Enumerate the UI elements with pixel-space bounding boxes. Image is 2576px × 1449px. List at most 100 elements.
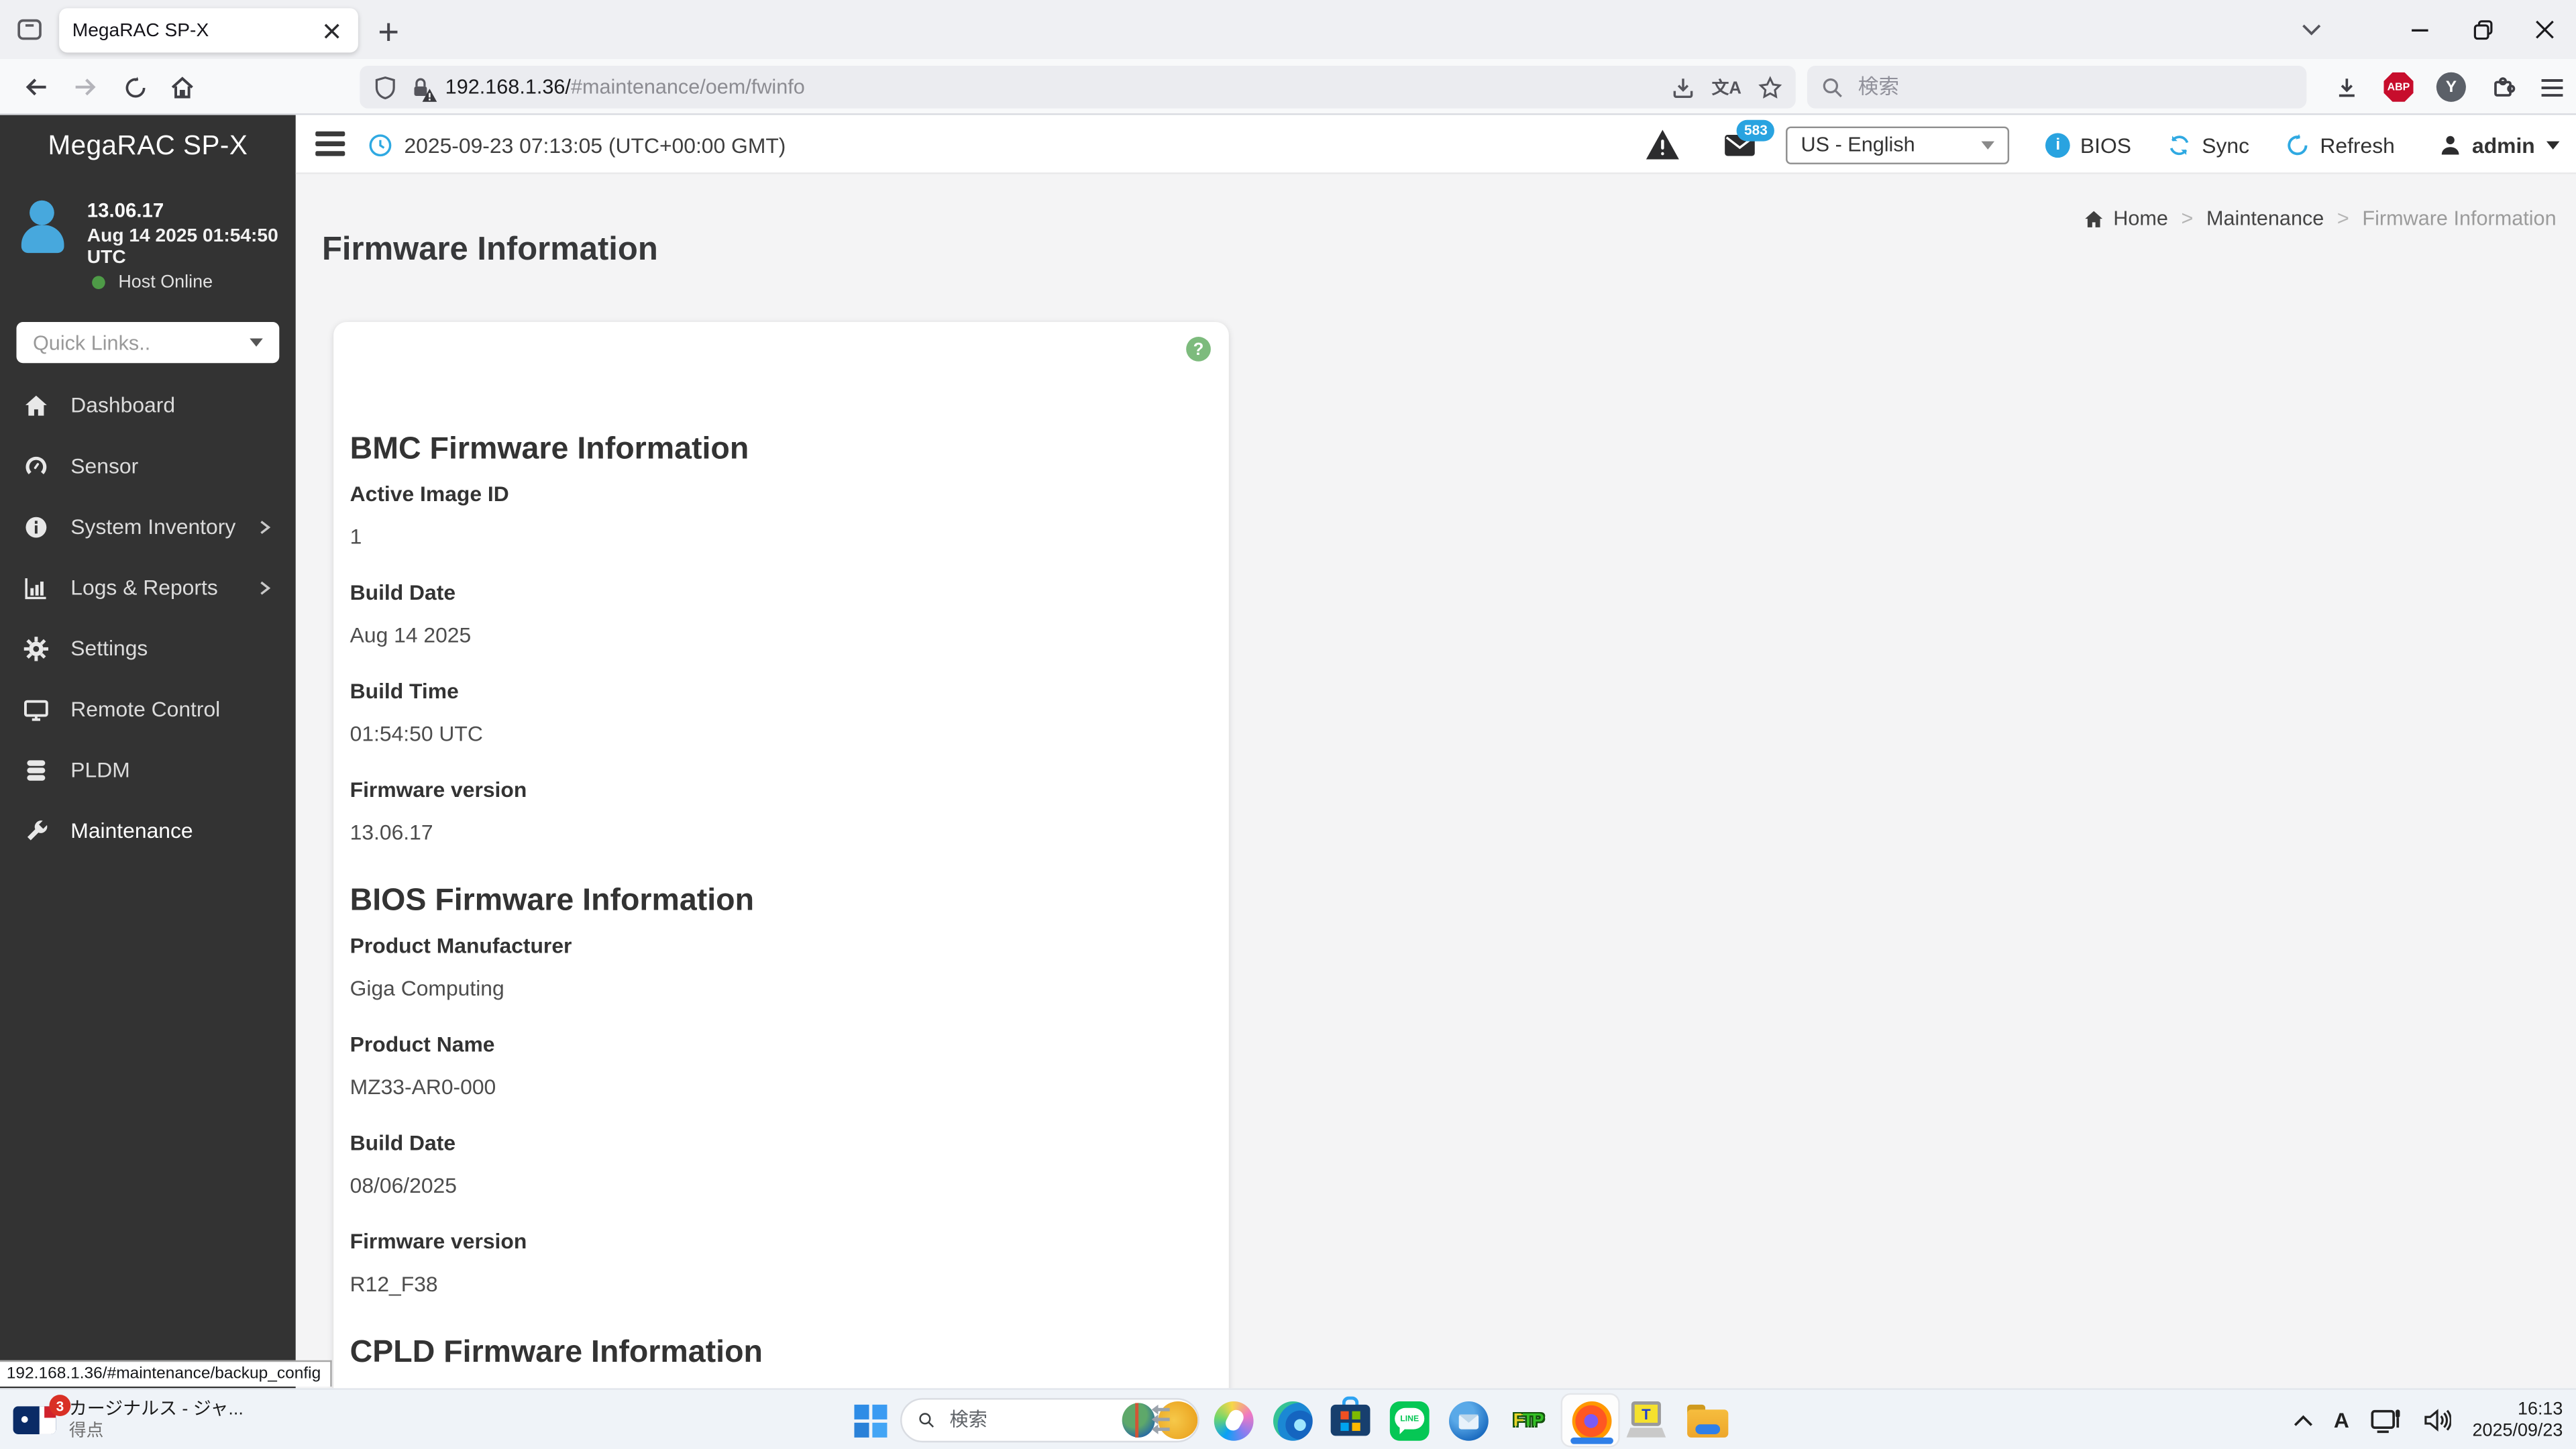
tracking-shield-icon[interactable] [373, 74, 398, 99]
tab-list-chevron-icon[interactable] [2294, 11, 2330, 48]
taskbar-search[interactable] [900, 1398, 1199, 1443]
tray-clock[interactable]: 16:13 2025/09/23 [2473, 1399, 2563, 1442]
screen: MegaRAC SP-X 192.168.1.36/#maintenance/o… [0, 0, 2576, 1449]
menu-hamburger-icon[interactable] [2532, 67, 2571, 107]
forward-icon[interactable] [66, 67, 105, 107]
quick-links-select[interactable]: Quick Links.. [16, 321, 280, 364]
breadcrumb-home[interactable]: Home [2084, 207, 2168, 230]
firefox-view-icon[interactable] [15, 15, 44, 44]
monitor-icon [23, 696, 49, 722]
save-page-icon[interactable] [1670, 74, 1695, 99]
sidebar-fw-version: 13.06.17 [87, 199, 164, 222]
bios-button[interactable]: i BIOS [2045, 132, 2131, 157]
firefox-logo-icon [1572, 1401, 1612, 1441]
gauge-icon [23, 453, 49, 479]
field-pair: Product Manufacturer Giga Computing [350, 933, 572, 1001]
help-icon[interactable]: ? [1186, 337, 1211, 362]
firefox-app-icon-active[interactable] [1560, 1393, 1620, 1448]
field-pair: Build Date Aug 14 2025 [350, 580, 472, 647]
mail-icon[interactable]: 583 [1723, 119, 1775, 157]
extension-y-icon[interactable]: Y [2431, 67, 2471, 107]
weather-widget-icon [1119, 1400, 1198, 1441]
firmware-info-card: ? BMC Firmware Information Active Image … [333, 321, 1229, 1389]
sidebar-item-system-inventory[interactable]: System Inventory [0, 496, 296, 557]
info-icon: i [2045, 132, 2071, 157]
tray-chevron-up-icon[interactable] [2293, 1413, 2312, 1427]
sidebar-toggle-icon[interactable] [315, 131, 345, 156]
reload-icon[interactable] [115, 67, 154, 107]
bookmark-star-icon[interactable] [1758, 74, 1782, 99]
downloads-icon[interactable] [2326, 67, 2366, 107]
extensions-puzzle-icon[interactable] [2484, 67, 2524, 107]
file-explorer-app-icon[interactable] [1686, 1400, 1729, 1443]
window-minimize-button[interactable] [2402, 11, 2438, 48]
refresh-button[interactable]: Refresh [2286, 132, 2395, 157]
copilot-app-icon[interactable] [1212, 1400, 1255, 1443]
user-icon [2441, 135, 2459, 154]
refresh-icon [2288, 133, 2308, 155]
taskbar-search-input[interactable] [946, 1408, 1119, 1432]
line-app-icon[interactable]: LINE [1388, 1400, 1431, 1443]
sidebar-item-dashboard[interactable]: Dashboard [0, 374, 296, 435]
tab-close-icon[interactable] [319, 17, 345, 44]
browser-search-input[interactable] [1854, 74, 2233, 101]
lock-warning-icon[interactable] [409, 74, 437, 101]
database-icon [23, 757, 49, 783]
header-datetime: 2025-09-23 07:13:05 (UTC+00:00 GMT) [368, 115, 786, 174]
url-bar[interactable]: 192.168.1.36/#maintenance/oem/fwinfo 文A [360, 65, 1796, 109]
mail-count-badge: 583 [1737, 119, 1775, 141]
browser-search-bar[interactable] [1807, 65, 2307, 109]
sidebar-item-settings[interactable]: Settings [0, 618, 296, 679]
info-circle-icon [23, 513, 49, 539]
sidebar-item-maintenance[interactable]: Maintenance [0, 800, 296, 861]
sidebar-item-logs-reports[interactable]: Logs & Reports [0, 557, 296, 618]
page-title: Firmware Information [321, 232, 658, 269]
edge-app-icon[interactable] [1272, 1400, 1315, 1443]
display-device-icon[interactable] [2371, 1407, 2402, 1434]
sidebar-item-pldm[interactable]: PLDM [0, 739, 296, 800]
home-icon [2086, 210, 2104, 227]
widget-title: カージナルス - ジャ... [68, 1399, 244, 1419]
microsoft-store-app-icon[interactable] [1329, 1396, 1372, 1440]
back-icon[interactable] [16, 67, 56, 107]
ime-indicator[interactable]: A [2334, 1408, 2349, 1433]
window-close-button[interactable] [2527, 11, 2563, 48]
sidebar-item-sensor[interactable]: Sensor [0, 435, 296, 496]
thunderbird-app-icon[interactable] [1448, 1400, 1491, 1443]
volume-icon[interactable] [2423, 1408, 2451, 1433]
start-button[interactable] [849, 1400, 892, 1443]
clock-icon [369, 133, 392, 156]
window-restore-button[interactable] [2464, 11, 2500, 48]
sync-button[interactable]: Sync [2167, 132, 2249, 157]
teraterm-app-icon[interactable]: T [1625, 1400, 1668, 1443]
cpld-firmware-section: CPLD Firmware Information [350, 1332, 1196, 1375]
taskbar-news-widget[interactable]: 3 カージナルス - ジャ... 得点 [13, 1395, 309, 1446]
language-select[interactable]: US - English [1786, 125, 2010, 164]
mlb-logo-icon [13, 1406, 56, 1434]
chevron-right-icon [256, 579, 272, 595]
translate-icon[interactable]: 文A [1712, 74, 1741, 99]
breadcrumb: Home > Maintenance > Firmware Informatio… [2084, 207, 2557, 230]
browser-tab[interactable]: MegaRAC SP-X [59, 8, 358, 53]
main-content: Home > Maintenance > Firmware Informatio… [295, 174, 2576, 1389]
widget-badge: 3 [49, 1395, 71, 1417]
host-online-dot [92, 276, 105, 290]
chevron-down-icon [2546, 140, 2560, 149]
home-icon[interactable] [162, 67, 202, 107]
sidebar: MegaRAC SP-X 13.06.17 Aug 14 2025 01:54:… [0, 115, 296, 1389]
sidebar-item-remote-control[interactable]: Remote Control [0, 678, 296, 739]
home-icon [23, 392, 49, 418]
bios-firmware-section: BIOS Firmware Information Product Manufa… [350, 881, 1196, 1299]
sync-icon [2170, 135, 2189, 154]
field-pair: Build Date 08/06/2025 [350, 1130, 458, 1198]
field-pair: Firmware version 13.06.17 [350, 777, 527, 845]
adblock-plus-icon[interactable]: ABP [2379, 67, 2418, 107]
ffftp-app-icon[interactable]: FTP [1507, 1400, 1550, 1443]
brand-title: MegaRAC SP-X [48, 131, 248, 161]
search-icon [1823, 77, 1842, 97]
user-avatar-icon [21, 200, 64, 256]
breadcrumb-maintenance[interactable]: Maintenance [2206, 207, 2324, 230]
alert-warning-icon[interactable] [1645, 128, 1681, 161]
user-menu[interactable]: admin [2438, 132, 2560, 157]
new-tab-button[interactable] [371, 15, 404, 48]
